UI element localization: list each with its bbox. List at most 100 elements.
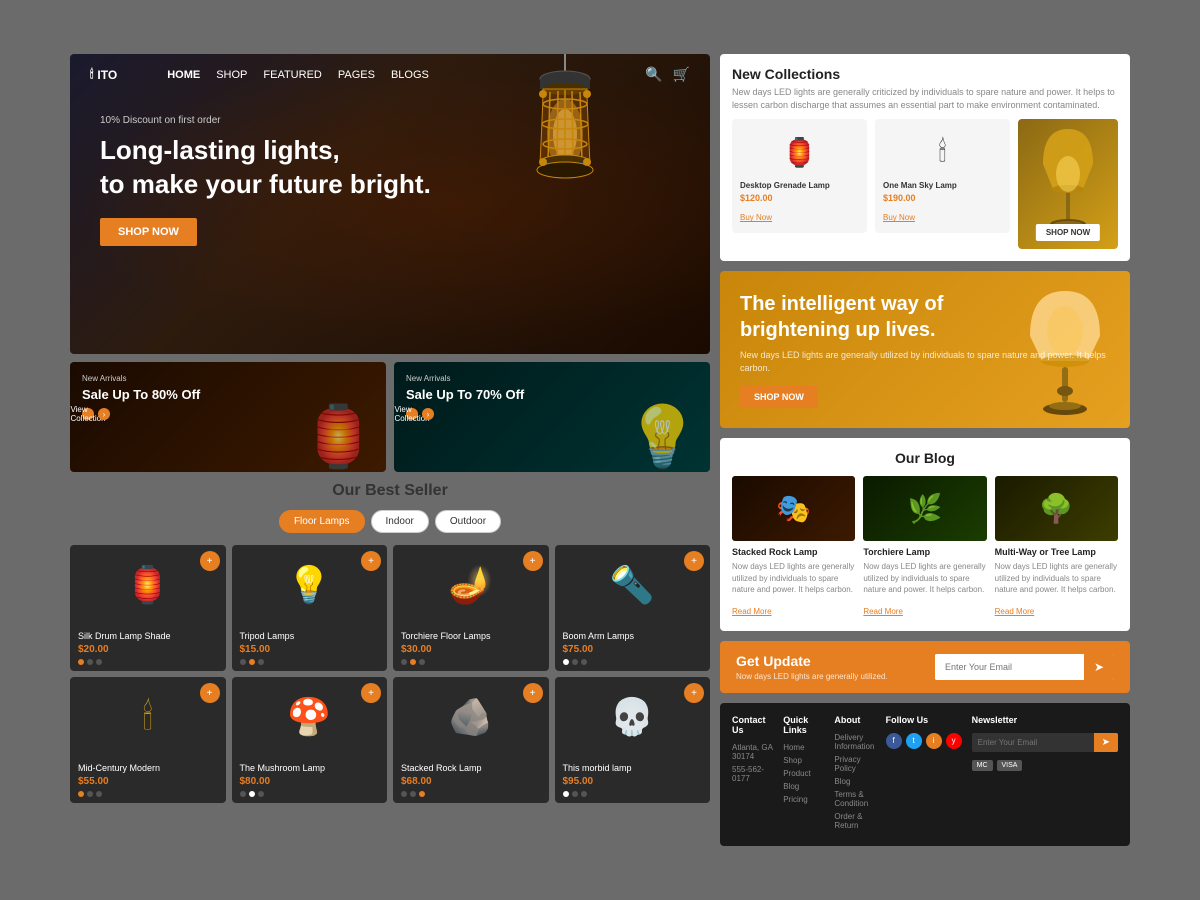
tab-outdoor[interactable]: Outdoor: [435, 510, 501, 533]
product-tabs: Floor Lamps Indoor Outdoor: [70, 510, 710, 533]
product-card-7: + 🪨 Stacked Rock Lamp $68.00: [393, 677, 549, 803]
color-dot[interactable]: [78, 659, 84, 665]
add-to-cart-8[interactable]: +: [684, 683, 704, 703]
footer-about-order[interactable]: Order & Return: [834, 812, 875, 830]
footer-ql-home[interactable]: Home: [783, 743, 824, 752]
footer-ql-blog[interactable]: Blog: [783, 782, 824, 791]
footer-nl-submit[interactable]: ➤: [1094, 733, 1118, 752]
color-dot[interactable]: [249, 659, 255, 665]
footer-about-delivery[interactable]: Delivery Information: [834, 733, 875, 751]
logo[interactable]: 🕯 ITO: [90, 67, 117, 82]
add-to-cart-6[interactable]: +: [361, 683, 381, 703]
footer-about-privacy[interactable]: Privacy Policy: [834, 755, 875, 773]
footer-contact-title: Contact Us: [732, 715, 773, 735]
visa-icon: VISA: [997, 760, 1023, 771]
color-dot[interactable]: [563, 791, 569, 797]
hero-content: 10% Discount on first order Long-lasting…: [70, 95, 710, 266]
get-update-section: Get Update Now days LED lights are gener…: [720, 641, 1130, 693]
bl-shop-button[interactable]: SHOP NOW: [740, 386, 818, 408]
add-to-cart-1[interactable]: +: [200, 551, 220, 571]
nc-buy-btn-2[interactable]: Buy Now: [883, 213, 915, 222]
product-price-7: $68.00: [401, 776, 541, 787]
hero-cta-button[interactable]: SHOP NOW: [100, 218, 197, 246]
nav-pages[interactable]: PAGES: [338, 69, 375, 81]
logo-text: ITO: [97, 68, 117, 82]
footer-newsletter: Newsletter ➤ MC VISA: [972, 715, 1118, 834]
bright-lives-banner: The intelligent way of brightening up li…: [720, 271, 1130, 428]
add-to-cart-4[interactable]: +: [684, 551, 704, 571]
footer-ql-product[interactable]: Product: [783, 769, 824, 778]
color-dot[interactable]: [401, 791, 407, 797]
tab-floor-lamps[interactable]: Floor Lamps: [279, 510, 365, 533]
color-dot[interactable]: [581, 659, 587, 665]
color-dot[interactable]: [96, 791, 102, 797]
color-dot[interactable]: [258, 791, 264, 797]
nc-desc: New days LED lights are generally critic…: [732, 86, 1118, 111]
color-dot[interactable]: [240, 791, 246, 797]
hero-title: Long-lasting lights, to make your future…: [100, 134, 680, 202]
promo-link-1[interactable]: View Collection ›: [82, 408, 374, 420]
nc-buy-btn-1[interactable]: Buy Now: [740, 213, 772, 222]
nc-product-1: 🏮 Desktop Grenade Lamp $120.00 Buy Now: [732, 119, 867, 233]
nc-title: New Collections: [732, 66, 1118, 82]
color-dot[interactable]: [410, 791, 416, 797]
blog-post-3: 🌳 Multi-Way or Tree Lamp Now days LED li…: [995, 476, 1118, 619]
nav-blogs[interactable]: BLOGS: [391, 69, 429, 81]
tab-indoor[interactable]: Indoor: [371, 510, 429, 533]
nav-home[interactable]: HOME: [167, 69, 200, 81]
search-icon[interactable]: 🔍: [645, 66, 662, 83]
youtube-icon[interactable]: y: [946, 733, 962, 749]
nc-shop-button[interactable]: SHOP NOW: [1036, 224, 1100, 241]
footer-about-blog[interactable]: Blog: [834, 777, 875, 786]
add-to-cart-5[interactable]: +: [200, 683, 220, 703]
footer-ql-pricing[interactable]: Pricing: [783, 795, 824, 804]
twitter-icon[interactable]: t: [906, 733, 922, 749]
color-dot[interactable]: [249, 791, 255, 797]
promo-card-2: New Arrivals Sale Up To 70% Off View Col…: [394, 362, 710, 472]
nav-featured[interactable]: FEATURED: [263, 69, 321, 81]
cart-icon[interactable]: 🛒: [673, 66, 690, 83]
color-dot[interactable]: [572, 791, 578, 797]
instagram-icon[interactable]: i: [926, 733, 942, 749]
blog-posts: 🎭 Stacked Rock Lamp Now days LED lights …: [732, 476, 1118, 619]
nc-product-img-2: 🕯: [883, 127, 1002, 177]
add-to-cart-2[interactable]: +: [361, 551, 381, 571]
color-dot[interactable]: [87, 791, 93, 797]
color-dot[interactable]: [572, 659, 578, 665]
color-dot[interactable]: [419, 659, 425, 665]
color-dot[interactable]: [96, 659, 102, 665]
product-price-5: $55.00: [78, 776, 218, 787]
color-dot[interactable]: [87, 659, 93, 665]
color-dot[interactable]: [410, 659, 416, 665]
product-card-4: + 🔦 Boom Arm Lamps $75.00: [555, 545, 711, 671]
best-seller-section: Our Best Seller Floor Lamps Indoor Outdo…: [70, 482, 710, 803]
read-more-2[interactable]: Read More: [863, 607, 903, 616]
footer-about-terms[interactable]: Terms & Condition: [834, 790, 875, 808]
color-dot[interactable]: [419, 791, 425, 797]
blog-post-title-3: Multi-Way or Tree Lamp: [995, 547, 1118, 557]
color-dot[interactable]: [581, 791, 587, 797]
read-more-1[interactable]: Read More: [732, 607, 772, 616]
gu-email-input[interactable]: [935, 654, 1084, 680]
add-to-cart-7[interactable]: +: [523, 683, 543, 703]
bl-desc: New days LED lights are generally utiliz…: [740, 349, 1110, 374]
color-dot[interactable]: [258, 659, 264, 665]
add-to-cart-3[interactable]: +: [523, 551, 543, 571]
products-grid-row1: + 🏮 Silk Drum Lamp Shade $20.00 +: [70, 545, 710, 803]
product-dots-1: [78, 659, 218, 665]
promo-link-2[interactable]: View Collection ›: [406, 408, 698, 420]
product-price-3: $30.00: [401, 644, 541, 655]
product-card-6: + 🍄 The Mushroom Lamp $80.00: [232, 677, 388, 803]
color-dot[interactable]: [401, 659, 407, 665]
nc-product-name-1: Desktop Grenade Lamp: [740, 181, 859, 190]
color-dot[interactable]: [563, 659, 569, 665]
gu-submit-button[interactable]: ➤: [1084, 654, 1114, 680]
color-dot[interactable]: [240, 659, 246, 665]
read-more-3[interactable]: Read More: [995, 607, 1035, 616]
facebook-icon[interactable]: f: [886, 733, 902, 749]
footer-nl-form: ➤: [972, 733, 1118, 752]
footer-ql-shop[interactable]: Shop: [783, 756, 824, 765]
footer-nl-input[interactable]: [972, 733, 1094, 752]
color-dot[interactable]: [78, 791, 84, 797]
nav-shop[interactable]: SHOP: [216, 69, 247, 81]
